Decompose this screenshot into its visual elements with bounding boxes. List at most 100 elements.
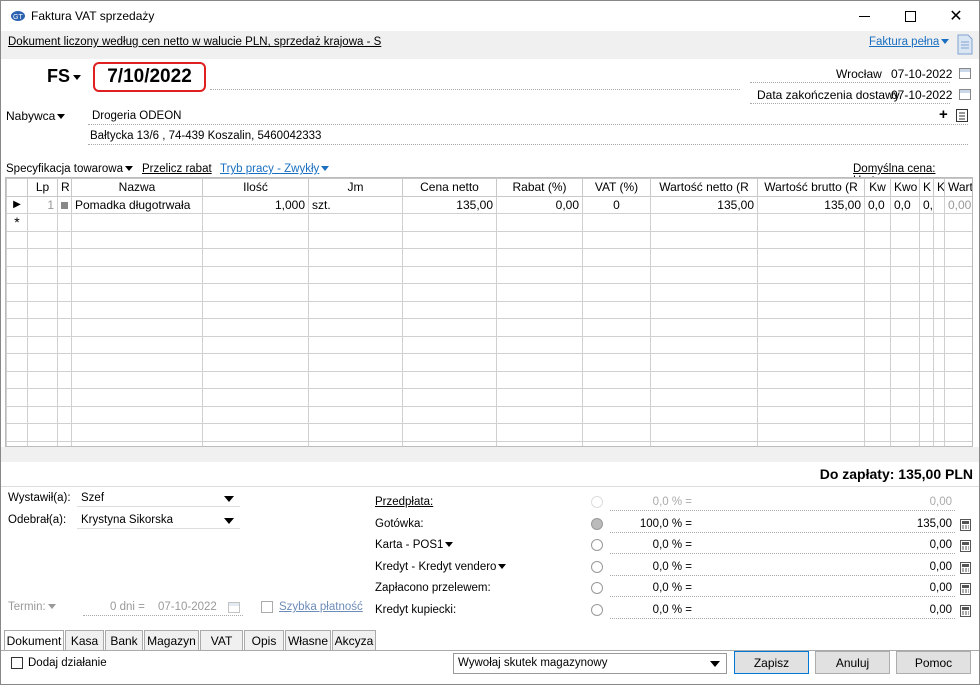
received-by-combo[interactable]: Krystyna Sikorska [77, 512, 240, 529]
issue-date[interactable]: 07-10-2022 [891, 67, 952, 81]
cell-price[interactable]: 135,00 [402, 195, 497, 214]
close-button[interactable]: ✕ [933, 1, 979, 31]
cell-qty[interactable]: 1,000 [202, 195, 309, 214]
delivery-date[interactable]: 07-10-2022 [891, 88, 952, 102]
empty-row[interactable] [6, 370, 972, 389]
issued-by-combo[interactable]: Szef [77, 490, 240, 507]
tab-2[interactable]: Bank [105, 630, 143, 650]
payment-radio-3[interactable] [591, 560, 603, 573]
payment-radio-1[interactable] [591, 517, 603, 530]
col-lp[interactable]: Lp [27, 178, 58, 197]
quick-payment-label[interactable]: Szybka płatność [279, 601, 363, 613]
empty-row[interactable] [6, 300, 972, 319]
cell-k1[interactable]: 0, [919, 195, 934, 214]
payment-percent-2[interactable]: 0,0 % = [610, 539, 692, 551]
recalc-discount-link[interactable]: Przelicz rabat [142, 163, 212, 175]
payment-percent-1[interactable]: 100,0 % = [610, 518, 692, 530]
quick-payment-checkbox[interactable] [261, 601, 273, 613]
col-kw[interactable]: Kw [864, 178, 891, 197]
col-r[interactable]: R [57, 178, 72, 197]
cell-value[interactable]: 0,00 [944, 195, 972, 214]
payment-amount-1[interactable]: 135,00 [860, 518, 952, 530]
empty-row[interactable] [6, 230, 972, 249]
calculator-icon[interactable] [960, 604, 971, 617]
cell-net[interactable]: 135,00 [650, 195, 758, 214]
payment-percent-4[interactable]: 0,0 % = [610, 582, 692, 594]
new-row[interactable]: * [6, 213, 972, 232]
document-number-field[interactable]: 7/10/2022 [93, 62, 206, 92]
col-qty[interactable]: Ilość [202, 178, 309, 197]
issue-place[interactable]: Wrocław [836, 67, 882, 81]
work-mode-dropdown[interactable]: Tryb pracy - Zwykły [220, 163, 330, 175]
document-description[interactable]: Dokument liczony według cen netto w walu… [8, 36, 381, 48]
col-discount[interactable]: Rabat (%) [496, 178, 583, 197]
payment-amount-0[interactable]: 0,00 [860, 496, 952, 508]
col-gross[interactable]: Wartość brutto (R [757, 178, 865, 197]
tab-6[interactable]: Własne [285, 630, 331, 650]
col-k1[interactable]: K [919, 178, 934, 197]
payment-percent-3[interactable]: 0,0 % = [610, 561, 692, 573]
cell-vat[interactable]: 0 [582, 195, 651, 214]
add-icon[interactable]: + [939, 106, 948, 123]
save-button[interactable]: Zapisz [734, 651, 809, 674]
empty-row[interactable] [6, 265, 972, 284]
col-value[interactable]: Wartoś [944, 178, 972, 197]
calculator-icon[interactable] [960, 561, 971, 574]
calculator-icon[interactable] [960, 540, 971, 552]
payment-radio-2[interactable] [591, 539, 603, 551]
col-k2[interactable]: K [933, 178, 945, 197]
empty-row[interactable] [6, 353, 972, 372]
tab-4[interactable]: VAT [200, 630, 243, 650]
minimize-button[interactable] [841, 1, 887, 31]
spec-dropdown[interactable]: Specyfikacja towarowa [6, 163, 133, 175]
table-row[interactable]: ▶ 1 Pomadka długotrwała 1,000 szt. 135,0… [6, 195, 972, 214]
document-icon[interactable] [957, 34, 973, 55]
empty-row[interactable] [6, 283, 972, 302]
col-kwo[interactable]: Kwo [890, 178, 920, 197]
cell-name[interactable]: Pomadka długotrwała [71, 195, 203, 214]
items-grid[interactable]: Lp R Nazwa Ilość Jm Cena netto Rabat (%)… [5, 177, 973, 447]
empty-row[interactable] [6, 248, 972, 267]
cell-k2[interactable] [933, 195, 945, 214]
empty-row[interactable] [6, 388, 972, 407]
payment-amount-5[interactable]: 0,00 [860, 604, 952, 616]
help-button[interactable]: Pomoc [896, 651, 971, 674]
col-name[interactable]: Nazwa [71, 178, 203, 197]
calculator-icon[interactable] [960, 518, 971, 531]
empty-row[interactable] [6, 318, 972, 337]
cell-gross[interactable]: 135,00 [757, 195, 865, 214]
tab-5[interactable]: Opis [244, 630, 284, 650]
col-vat[interactable]: VAT (%) [582, 178, 651, 197]
list-icon[interactable] [956, 109, 968, 122]
add-action-label[interactable]: Dodaj działanie [28, 657, 107, 669]
document-type-dropdown[interactable]: Faktura pełna [869, 36, 950, 48]
term-dropdown[interactable]: Termin: [8, 601, 56, 613]
calendar-icon[interactable] [959, 89, 971, 100]
tab-0[interactable]: Dokument [4, 630, 64, 651]
cell-kwo[interactable]: 0,0 [890, 195, 920, 214]
col-unit[interactable]: Jm [308, 178, 403, 197]
payment-radio-0[interactable] [591, 496, 603, 508]
col-price[interactable]: Cena netto [402, 178, 497, 197]
payment-radio-4[interactable] [591, 582, 603, 594]
empty-row[interactable] [6, 405, 972, 424]
calendar-icon[interactable] [228, 602, 240, 613]
buyer-dropdown[interactable]: Nabywca [6, 109, 66, 123]
cell-kw[interactable]: 0,0 [864, 195, 891, 214]
payment-percent-0[interactable]: 0,0 % = [610, 496, 692, 508]
cell-lp[interactable]: 1 [27, 195, 58, 214]
tab-7[interactable]: Akcyza [332, 630, 376, 650]
empty-row[interactable] [6, 335, 972, 354]
tab-1[interactable]: Kasa [65, 630, 104, 650]
payment-label-2[interactable]: Karta - POS1 [375, 539, 454, 551]
payment-amount-4[interactable]: 0,00 [860, 582, 952, 594]
cell-unit[interactable]: szt. [308, 195, 403, 214]
calendar-icon[interactable] [959, 68, 971, 79]
cell-discount[interactable]: 0,00 [496, 195, 583, 214]
payment-amount-3[interactable]: 0,00 [860, 561, 952, 573]
col-net[interactable]: Wartość netto (R [650, 178, 758, 197]
tab-3[interactable]: Magazyn [144, 630, 199, 650]
payment-radio-5[interactable] [591, 603, 603, 616]
stock-effect-combo[interactable]: Wywołaj skutek magazynowy [453, 653, 727, 674]
payment-percent-5[interactable]: 0,0 % = [610, 604, 692, 616]
